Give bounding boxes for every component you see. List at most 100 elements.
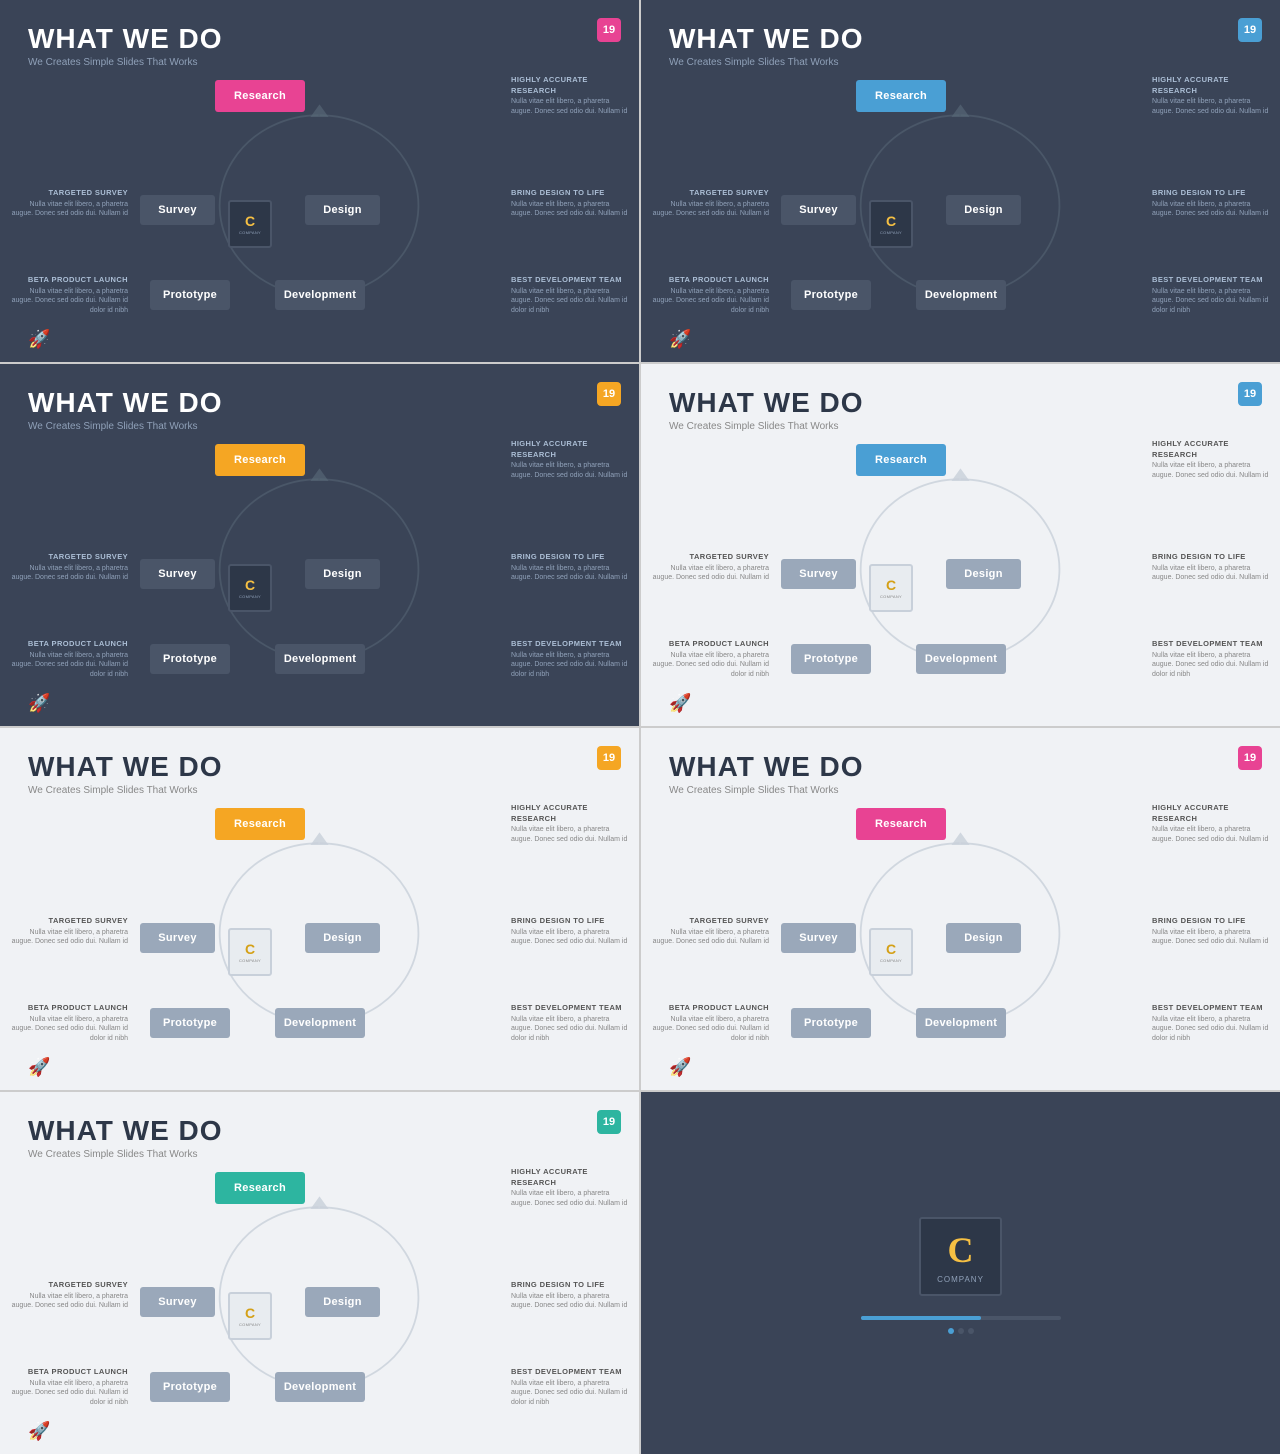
label-bring-design-1: BRING DESIGN TO LIFE Nulla vitae elit li… (511, 188, 631, 219)
diagram-2: Research Survey Design Prototype Develop… (641, 70, 1280, 332)
slide-title-6: WHAT WE DO (669, 752, 1252, 783)
research-box-1: Research (215, 80, 305, 112)
rocket-icon-5: 🚀 (28, 1057, 50, 1078)
slide-subtitle-4: We Creates Simple Slides That Works (669, 421, 1252, 432)
badge-4: 19 (1238, 382, 1262, 406)
prototype-box-2: Prototype (791, 280, 871, 310)
cover-logo: C COMPANY (919, 1217, 1002, 1296)
label-bl-2: BETA PRODUCT LAUNCH Nulla vitae elit lib… (649, 275, 769, 316)
design-box-6: Design (946, 923, 1021, 953)
slide-subtitle-7: We Creates Simple Slides That Works (28, 1149, 611, 1160)
prototype-box-6: Prototype (791, 1008, 871, 1038)
logo-letter-2: C (886, 213, 896, 229)
survey-box-3: Survey (140, 559, 215, 589)
label-highly-accurate-1: HIGHLY ACCURATE RESEARCH Nulla vitae eli… (511, 75, 631, 117)
label-ts-4: TARGETED SURVEY Nulla vitae elit libero,… (649, 552, 769, 583)
development-box-7: Development (275, 1372, 365, 1402)
survey-box-6: Survey (781, 923, 856, 953)
slide-title-5: WHAT WE DO (28, 752, 611, 783)
logo-text-6: COMPANY (880, 958, 902, 963)
research-box-3: Research (215, 444, 305, 476)
survey-box-1: Survey (140, 195, 215, 225)
slide-subtitle-5: We Creates Simple Slides That Works (28, 785, 611, 796)
label-bl-5: BETA PRODUCT LAUNCH Nulla vitae elit lib… (8, 1003, 128, 1044)
survey-box-5: Survey (140, 923, 215, 953)
loading-dots (948, 1328, 974, 1334)
slide-4: WHAT WE DO We Creates Simple Slides That… (641, 364, 1280, 726)
label-bd-2: BRING DESIGN TO LIFE Nulla vitae elit li… (1152, 188, 1272, 219)
center-logo-1: C COMPANY (228, 200, 272, 248)
design-box-7: Design (305, 1287, 380, 1317)
label-ha-4: HIGHLY ACCURATE RESEARCH Nulla vitae eli… (1152, 439, 1272, 481)
slide-subtitle-3: We Creates Simple Slides That Works (28, 421, 611, 432)
survey-box-7: Survey (140, 1287, 215, 1317)
label-bdev-3: BEST DEVELOPMENT TEAM Nulla vitae elit l… (511, 639, 631, 680)
dot-1 (948, 1328, 954, 1334)
label-bd-6: BRING DESIGN TO LIFE Nulla vitae elit li… (1152, 916, 1272, 947)
label-bl-4: BETA PRODUCT LAUNCH Nulla vitae elit lib… (649, 639, 769, 680)
center-logo-3: C COMPANY (228, 564, 272, 612)
loading-bar (861, 1316, 981, 1320)
development-box-5: Development (275, 1008, 365, 1038)
center-logo-2: C COMPANY (869, 200, 913, 248)
label-bd-4: BRING DESIGN TO LIFE Nulla vitae elit li… (1152, 552, 1272, 583)
label-beta-launch-1: BETA PRODUCT LAUNCH Nulla vitae elit lib… (8, 275, 128, 316)
label-bdev-7: BEST DEVELOPMENT TEAM Nulla vitae elit l… (511, 1367, 631, 1408)
survey-box-2: Survey (781, 195, 856, 225)
development-box-3: Development (275, 644, 365, 674)
design-box-5: Design (305, 923, 380, 953)
research-box-5: Research (215, 808, 305, 840)
slide-subtitle-2: We Creates Simple Slides That Works (669, 57, 1252, 68)
label-ts-7: TARGETED SURVEY Nulla vitae elit libero,… (8, 1280, 128, 1311)
label-ha-6: HIGHLY ACCURATE RESEARCH Nulla vitae eli… (1152, 803, 1272, 845)
slide-1: WHAT WE DO We Creates Simple Slides That… (0, 0, 639, 362)
center-logo-4: C COMPANY (869, 564, 913, 612)
research-box-6: Research (856, 808, 946, 840)
slide-2: WHAT WE DO We Creates Simple Slides That… (641, 0, 1280, 362)
slide-title-3: WHAT WE DO (28, 388, 611, 419)
label-bl-6: BETA PRODUCT LAUNCH Nulla vitae elit lib… (649, 1003, 769, 1044)
label-bl-7: BETA PRODUCT LAUNCH Nulla vitae elit lib… (8, 1367, 128, 1408)
loading-bar-container (861, 1316, 1061, 1320)
design-box-4: Design (946, 559, 1021, 589)
label-ts-6: TARGETED SURVEY Nulla vitae elit libero,… (649, 916, 769, 947)
development-box-4: Development (916, 644, 1006, 674)
prototype-box-3: Prototype (150, 644, 230, 674)
label-bdev-5: BEST DEVELOPMENT TEAM Nulla vitae elit l… (511, 1003, 631, 1044)
label-bd-5: BRING DESIGN TO LIFE Nulla vitae elit li… (511, 916, 631, 947)
logo-letter-6: C (886, 941, 896, 957)
badge-1: 19 (597, 18, 621, 42)
design-box-1: Design (305, 195, 380, 225)
badge-3: 19 (597, 382, 621, 406)
logo-text-7: COMPANY (239, 1322, 261, 1327)
dot-3 (968, 1328, 974, 1334)
logo-letter-3: C (245, 577, 255, 593)
slide-8: C COMPANY (641, 1092, 1280, 1454)
diagram-6: Research Survey Design Prototype Develop… (641, 798, 1280, 1060)
slide-subtitle-1: We Creates Simple Slides That Works (28, 57, 611, 68)
prototype-box-5: Prototype (150, 1008, 230, 1038)
logo-text-2: COMPANY (880, 230, 902, 235)
dot-2 (958, 1328, 964, 1334)
center-logo-7: C COMPANY (228, 1292, 272, 1340)
prototype-box-7: Prototype (150, 1372, 230, 1402)
slide-title-4: WHAT WE DO (669, 388, 1252, 419)
development-box-6: Development (916, 1008, 1006, 1038)
rocket-icon-6: 🚀 (669, 1057, 691, 1078)
label-bdev-4: BEST DEVELOPMENT TEAM Nulla vitae elit l… (1152, 639, 1272, 680)
label-ha-5: HIGHLY ACCURATE RESEARCH Nulla vitae eli… (511, 803, 631, 845)
slide-7: WHAT WE DO We Creates Simple Slides That… (0, 1092, 639, 1454)
rocket-icon-7: 🚀 (28, 1421, 50, 1442)
label-bdev-6: BEST DEVELOPMENT TEAM Nulla vitae elit l… (1152, 1003, 1272, 1044)
research-box-4: Research (856, 444, 946, 476)
diagram-3: Research Survey Design Prototype Develop… (0, 434, 639, 696)
badge-5: 19 (597, 746, 621, 770)
center-logo-6: C COMPANY (869, 928, 913, 976)
diagram-5: Research Survey Design Prototype Develop… (0, 798, 639, 1060)
logo-text-1: COMPANY (239, 230, 261, 235)
slide-title-2: WHAT WE DO (669, 24, 1252, 55)
label-targeted-survey-1: TARGETED SURVEY Nulla vitae elit libero,… (8, 188, 128, 219)
label-bl-3: BETA PRODUCT LAUNCH Nulla vitae elit lib… (8, 639, 128, 680)
badge-2: 19 (1238, 18, 1262, 42)
rocket-icon-2: 🚀 (669, 329, 691, 350)
